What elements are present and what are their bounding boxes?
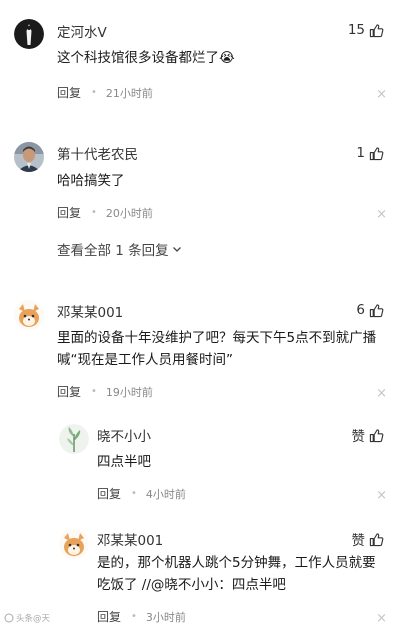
comment-text: 里面的设备十年没维护了吧？每天下午5点不到就广播 喊“现在是工作人员用餐时间”	[57, 327, 393, 371]
reply-button[interactable]: 回复	[57, 383, 81, 400]
thumbs-up-icon	[369, 303, 384, 317]
like-label: 赞	[351, 533, 366, 549]
like-button[interactable]: 6	[356, 302, 384, 318]
close-icon[interactable]: ×	[376, 489, 387, 502]
username[interactable]: 邓某某001	[57, 301, 123, 321]
avatar[interactable]	[59, 424, 89, 454]
timestamp: 19小时前	[105, 385, 153, 399]
comment-text-line: 喊“现在是工作人员用餐时间”	[57, 352, 233, 368]
reply-button[interactable]: 回复	[97, 608, 121, 625]
watermark-logo-icon	[4, 613, 14, 623]
avatar-image	[59, 424, 89, 454]
watermark-text: 头条@天	[16, 614, 51, 624]
like-button[interactable]: 赞	[352, 529, 385, 549]
separator-dot: •	[131, 611, 137, 622]
timestamp: 4小时前	[145, 487, 186, 501]
watermark: 头条@天	[4, 612, 50, 624]
reply-text: 四点半吧	[97, 454, 151, 470]
close-icon[interactable]: ×	[376, 612, 387, 625]
reply-text-line: 吃饭了 //@晓不小小：四点半吧	[97, 577, 286, 593]
reply-text-line: 是的，那个机器人跳个5分钟舞，工作人员就要	[97, 555, 376, 571]
separator-dot: •	[91, 386, 97, 397]
reply-button[interactable]: 回复	[97, 485, 121, 502]
like-count: 6	[356, 302, 365, 318]
reply-text: 是的，那个机器人跳个5分钟舞，工作人员就要 吃饭了 //@晓不小小：四点半吧	[97, 552, 393, 596]
avatar[interactable]	[14, 300, 44, 330]
username[interactable]: 邓某某001	[97, 529, 163, 549]
comment-text-line: 里面的设备十年没维护了吧？每天下午5点不到就广播	[57, 330, 377, 346]
timestamp: 3小时前	[145, 610, 186, 624]
reply-meta: 回复 • 4小时前	[97, 485, 186, 502]
close-icon[interactable]: ×	[376, 387, 387, 400]
like-button[interactable]: 赞	[352, 425, 385, 445]
thumbs-up-icon	[369, 428, 384, 442]
comment-meta: 回复 • 19小时前	[57, 383, 153, 400]
avatar-image	[14, 300, 44, 330]
separator-dot: •	[131, 488, 137, 499]
avatar[interactable]	[59, 529, 89, 559]
reply-meta: 回复 • 3小时前	[97, 608, 186, 625]
like-label: 赞	[351, 429, 366, 445]
avatar-image	[59, 529, 89, 559]
comment-item: 邓某某001 6 里面的设备十年没维护了吧？每天下午5点不到就广播 喊“现在是工…	[0, 0, 408, 629]
username[interactable]: 晓不小小	[97, 425, 151, 445]
thumbs-up-icon	[369, 532, 384, 546]
